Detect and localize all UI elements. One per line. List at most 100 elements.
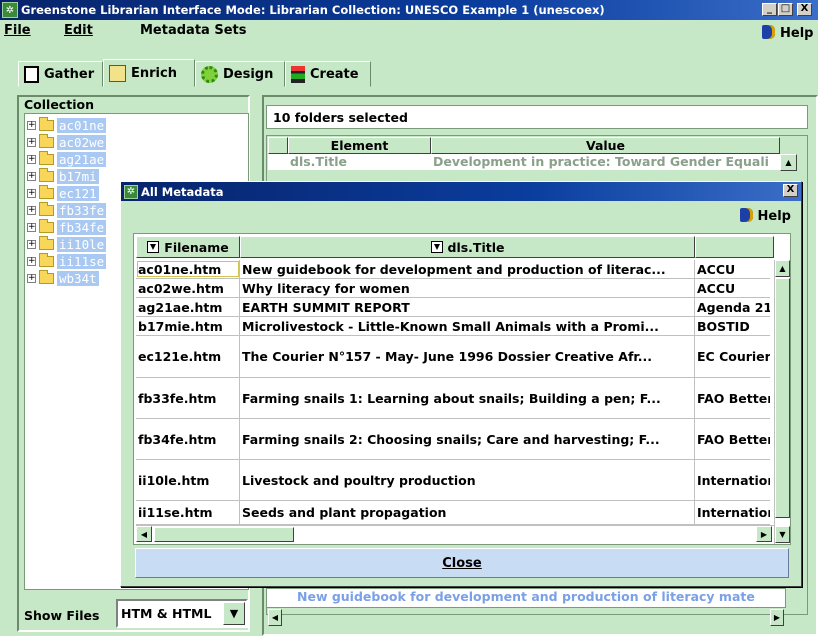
- tree-item[interactable]: + b17mi: [27, 168, 99, 185]
- publisher-cell[interactable]: Internation: [695, 501, 770, 524]
- close-button[interactable]: Close: [135, 548, 789, 578]
- chevron-down-icon[interactable]: ▼: [223, 602, 245, 625]
- title-cell[interactable]: Farming snails 1: Learning about snails;…: [240, 378, 695, 418]
- scroll-up-button[interactable]: ▲: [775, 260, 790, 277]
- publisher-cell[interactable]: FAO Better: [695, 378, 770, 418]
- folder-icon: [39, 151, 54, 165]
- menu-metadata-sets[interactable]: Metadata Sets: [140, 23, 246, 38]
- title-cell[interactable]: New guidebook for development and produc…: [240, 260, 695, 278]
- scroll-left-button[interactable]: ◀: [268, 609, 282, 626]
- dialog-help[interactable]: Help: [739, 206, 791, 224]
- publisher-cell[interactable]: FAO Better: [695, 419, 770, 459]
- table-row[interactable]: fb34fe.htm Farming snails 2: Choosing sn…: [136, 419, 770, 460]
- tree-item[interactable]: + ii10le: [27, 236, 107, 253]
- table-row[interactable]: b17mie.htm Microlivestock - Little-Known…: [136, 317, 770, 336]
- design-gear-icon: [201, 65, 218, 83]
- table-row[interactable]: ii11se.htm Seeds and plant propagation I…: [136, 501, 770, 525]
- filename-cell[interactable]: ii11se.htm: [136, 501, 240, 524]
- filename-cell[interactable]: ec121e.htm: [136, 336, 240, 377]
- publisher-cell[interactable]: Internation: [695, 460, 770, 500]
- tab-gather[interactable]: Gather: [18, 61, 103, 87]
- dialog-close-button[interactable]: X: [783, 184, 798, 197]
- window-title-bar[interactable]: ✲ Greenstone Librarian Interface Mode: L…: [0, 0, 818, 20]
- tab-design[interactable]: Design: [195, 61, 285, 87]
- metadata-value-preview: New guidebook for development and produc…: [266, 588, 786, 608]
- scrollbar-thumb[interactable]: [775, 278, 790, 518]
- menu-help[interactable]: Help: [762, 23, 813, 41]
- publisher-cell[interactable]: Agenda 21: [695, 298, 770, 316]
- scroll-right-button[interactable]: ▶: [770, 609, 784, 626]
- minimize-button[interactable]: _: [762, 3, 777, 16]
- element-column-header[interactable]: Element: [288, 137, 431, 154]
- scroll-left-button[interactable]: ◀: [136, 526, 152, 542]
- title-cell[interactable]: The Courier N°157 - May- June 1996 Dossi…: [240, 336, 695, 377]
- table-row[interactable]: ac01ne.htm New guidebook for development…: [136, 260, 770, 279]
- expand-icon[interactable]: +: [27, 257, 36, 266]
- filename-cell[interactable]: ac02we.htm: [136, 279, 240, 297]
- expand-icon[interactable]: +: [27, 206, 36, 215]
- horizontal-scrollbar[interactable]: ◀ ▶: [136, 525, 774, 543]
- tree-item[interactable]: + ac01ne: [27, 117, 107, 134]
- publisher-column-header[interactable]: [695, 236, 774, 258]
- publisher-cell[interactable]: BOSTID: [695, 317, 770, 335]
- publisher-cell[interactable]: EC Courier: [695, 336, 770, 377]
- table-row[interactable]: ii10le.htm Livestock and poultry product…: [136, 460, 770, 501]
- filter-icon[interactable]: [430, 241, 443, 253]
- filename-cell[interactable]: ac01ne.htm: [136, 260, 240, 278]
- expand-icon[interactable]: +: [27, 121, 36, 130]
- metadata-row[interactable]: dls.Title Development in practice: Towar…: [268, 154, 780, 170]
- all-metadata-table[interactable]: Filename dls.Title ac01ne.htm New guideb…: [133, 233, 791, 545]
- filename-cell[interactable]: b17mie.htm: [136, 317, 240, 335]
- expand-icon[interactable]: +: [27, 155, 36, 164]
- tree-item[interactable]: + ag21ae: [27, 151, 107, 168]
- title-cell[interactable]: Seeds and plant propagation: [240, 501, 695, 524]
- filter-icon[interactable]: [147, 241, 160, 253]
- publisher-cell[interactable]: ACCU: [695, 260, 770, 278]
- filename-cell[interactable]: ii10le.htm: [136, 460, 240, 500]
- tab-create[interactable]: Create: [285, 61, 371, 87]
- tree-item[interactable]: + wb34t: [27, 270, 99, 287]
- scroll-up-button[interactable]: ▲: [780, 154, 797, 171]
- close-window-button[interactable]: X: [797, 3, 812, 16]
- title-cell[interactable]: Why literacy for women: [240, 279, 695, 297]
- dialog-app-icon: ✲: [124, 184, 138, 199]
- filename-cell[interactable]: fb34fe.htm: [136, 419, 240, 459]
- folder-icon: [39, 168, 54, 182]
- menu-file[interactable]: File: [4, 23, 31, 38]
- window-title: Greenstone Librarian Interface Mode: Lib…: [21, 3, 605, 17]
- dialog-title-bar[interactable]: ✲ All Metadata X: [121, 182, 801, 201]
- menu-edit[interactable]: Edit: [64, 23, 93, 38]
- title-column-header[interactable]: dls.Title: [240, 236, 695, 258]
- table-row[interactable]: ac02we.htm Why literacy for women ACCU: [136, 279, 770, 298]
- table-row[interactable]: ag21ae.htm EARTH SUMMIT REPORT Agenda 21: [136, 298, 770, 317]
- expand-icon[interactable]: +: [27, 138, 36, 147]
- scrollbar-thumb[interactable]: [154, 527, 294, 542]
- filename-column-header[interactable]: Filename: [136, 236, 240, 258]
- maximize-button[interactable]: □: [778, 3, 793, 16]
- title-cell[interactable]: Farming snails 2: Choosing snails; Care …: [240, 419, 695, 459]
- tree-item[interactable]: + ec121: [27, 185, 99, 202]
- show-files-select[interactable]: HTM & HTML ▼: [116, 599, 248, 628]
- vertical-scrollbar[interactable]: ▲ ▼: [774, 260, 790, 544]
- filename-cell[interactable]: fb33fe.htm: [136, 378, 240, 418]
- expand-icon[interactable]: +: [27, 189, 36, 198]
- tree-item[interactable]: + fb33fe: [27, 202, 107, 219]
- tree-item[interactable]: + ii11se: [27, 253, 107, 270]
- scroll-right-button[interactable]: ▶: [756, 526, 772, 542]
- title-cell[interactable]: EARTH SUMMIT REPORT: [240, 298, 695, 316]
- filename-cell[interactable]: ag21ae.htm: [136, 298, 240, 316]
- publisher-cell[interactable]: ACCU: [695, 279, 770, 297]
- title-cell[interactable]: Microlivestock - Little-Known Small Anim…: [240, 317, 695, 335]
- table-row[interactable]: fb33fe.htm Farming snails 1: Learning ab…: [136, 378, 770, 419]
- title-cell[interactable]: Livestock and poultry production: [240, 460, 695, 500]
- tab-enrich[interactable]: Enrich: [103, 59, 195, 87]
- expand-icon[interactable]: +: [27, 172, 36, 181]
- expand-icon[interactable]: +: [27, 274, 36, 283]
- table-row[interactable]: ec121e.htm The Courier N°157 - May- June…: [136, 336, 770, 378]
- expand-icon[interactable]: +: [27, 240, 36, 249]
- tree-item[interactable]: + ac02we: [27, 134, 107, 151]
- expand-icon[interactable]: +: [27, 223, 36, 232]
- scroll-down-button[interactable]: ▼: [775, 526, 790, 543]
- tree-item[interactable]: + fb34fe: [27, 219, 107, 236]
- value-column-header[interactable]: Value: [431, 137, 780, 154]
